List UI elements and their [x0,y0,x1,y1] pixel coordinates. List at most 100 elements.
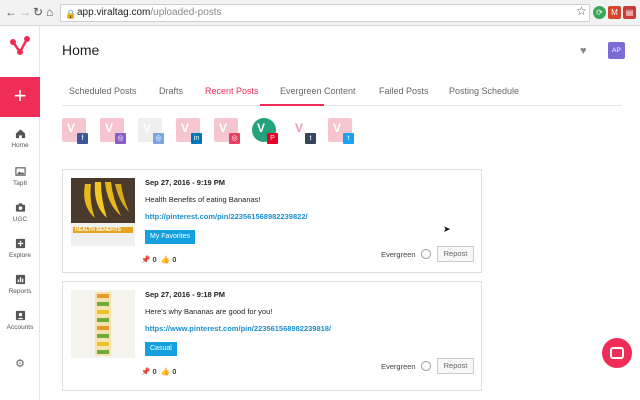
tab-recent-posts[interactable]: Recent Posts [205,86,259,96]
account-linkedin[interactable]: Vin [176,118,202,144]
post-stats: 📌 0 👍 0 [141,367,176,376]
account-facebook[interactable]: Vf [62,118,88,144]
repost-button[interactable]: Repost [437,246,474,262]
viraltag-mark-icon: V [67,121,76,135]
evergreen-label: Evergreen [381,362,416,371]
lock-icon: 🔒 [65,9,77,19]
avatar[interactable]: AP [608,42,625,59]
extension-icon[interactable]: ▤ [623,6,636,19]
viraltag-mark-icon: V [257,121,266,135]
evergreen-label: Evergreen [381,250,416,259]
pinterest-icon: P [267,133,278,144]
chat-support-button[interactable] [602,338,632,368]
post-link[interactable]: http://pinterest.com/pin/223561568982239… [145,212,308,221]
bookmark-star-icon[interactable]: ☆ [576,5,587,17]
sidebar-item-accounts[interactable]: Accounts [0,310,40,331]
settings-gear-icon[interactable]: ⚙ [0,357,40,370]
board-tag[interactable]: Casual [145,342,177,356]
user-icon [15,310,25,321]
repost-button[interactable]: Repost [437,358,474,374]
facebook-icon: f [77,133,88,144]
post-text: Health Benefits of eating Bananas! [145,195,261,204]
image-icon [14,167,26,176]
mouse-cursor-icon: ➤ [443,224,451,234]
tab-posting-schedule[interactable]: Posting Schedule [449,86,519,96]
pin-count: 0 [152,367,157,376]
chat-bubble-icon [610,347,624,359]
home-icon [15,129,25,139]
thumb-caption: HEALTH BENEFITS [75,227,122,233]
account-twitter[interactable]: Vt [328,118,354,144]
sidebar-item-label: Explore [8,252,32,259]
sidebar-item-tapit[interactable]: TapIt [0,166,40,187]
sidebar-item-label: Reports [8,288,32,295]
pin-icon: 📌 [141,255,151,264]
post-text: Here's why Bananas are good for you! [145,307,273,316]
viraltag-mark-icon: V [219,121,228,135]
account-instagram-pink[interactable]: V ◎ [214,118,240,144]
linkedin-icon: in [191,133,202,144]
instagram-icon: ◎ [115,133,126,144]
tab-failed-posts[interactable]: Failed Posts [379,86,429,96]
thumbs-up-icon: 👍 [160,367,171,376]
reload-icon[interactable]: ↻ [33,6,43,18]
sidebar-item-explore[interactable]: Explore [0,238,40,259]
forward-icon[interactable]: → [19,6,31,18]
tab-scheduled-posts[interactable]: Scheduled Posts [69,86,137,96]
sidebar-item-home[interactable]: Home [0,128,40,149]
tab-evergreen-content[interactable]: Evergreen Content [280,86,356,96]
board-tag[interactable]: My Favorites [145,230,196,244]
browser-toolbar: ← → ↻ ⌂ 🔒 app.viraltag.com/uploaded-post… [0,0,640,26]
post-link[interactable]: https://www.pinterest.com/pin/2235615689… [145,324,331,333]
tumblr-icon: t [305,133,316,144]
sidebar-item-label: Home [11,142,29,149]
extension-icon[interactable]: M [608,6,621,19]
sidebar-item-label: Accounts [6,324,34,331]
like-count: 0 [172,367,177,376]
plus-square-icon [15,238,25,249]
url-path: /uploaded-posts [150,7,222,18]
post-date: Sep 27, 2016 - 9:19 PM [145,178,226,187]
post-thumbnail[interactable] [71,290,135,358]
evergreen-radio[interactable] [421,361,431,371]
twitter-icon: t [343,133,354,144]
viraltag-mark-icon: V [333,121,342,135]
extension-icon[interactable]: ⟳ [593,6,606,19]
home-browser-icon[interactable]: ⌂ [46,6,53,18]
camera-icon [15,203,25,212]
sidebar-item-reports[interactable]: Reports [0,274,40,295]
infographic-image [95,292,111,356]
post-card: HEALTH BENEFITS Sep 27, 2016 - 9:19 PM H… [62,169,482,273]
heart-icon[interactable]: ♥ [580,45,587,57]
post-thumbnail[interactable]: HEALTH BENEFITS [71,178,135,246]
thumbs-up-icon: 👍 [160,255,171,264]
post-card: Sep 27, 2016 - 9:18 PM Here's why Banana… [62,281,482,391]
address-bar[interactable]: 🔒 app.viraltag.com/uploaded-posts [60,4,590,22]
post-stats: 📌 0 👍 0 [141,255,176,264]
evergreen-radio[interactable] [421,249,431,259]
sidebar-item-label: TapIt [12,180,28,187]
post-date: Sep 27, 2016 - 9:18 PM [145,290,226,299]
sidebar-item-label: UGC [12,216,28,223]
viraltag-mark-icon: V [295,121,304,135]
page-title: Home [62,42,100,58]
tab-bar: Scheduled Posts Drafts Recent Posts Ever… [62,78,622,106]
like-count: 0 [172,255,177,264]
url-host: app.viraltag.com [77,7,151,18]
account-tumblr[interactable]: Vt [290,118,316,144]
instagram-pink-icon: ◎ [229,133,240,144]
viraltag-logo[interactable] [0,26,40,66]
back-icon[interactable]: ← [5,6,17,18]
viraltag-mark-icon: V [143,121,152,135]
viraltag-mark-icon: V [105,121,114,135]
banana-image [71,178,135,246]
account-instagram[interactable]: V ◎ [100,118,126,144]
create-post-button[interactable]: + [0,77,40,117]
account-instagram-business[interactable]: V ◎ [138,118,164,144]
instagram-business-icon: ◎ [153,133,164,144]
tab-drafts[interactable]: Drafts [159,86,183,96]
pin-count: 0 [152,255,157,264]
sidebar-item-ugc[interactable]: UGC [0,202,40,223]
active-tab-indicator [260,104,324,106]
account-pinterest[interactable]: VP [252,118,278,144]
